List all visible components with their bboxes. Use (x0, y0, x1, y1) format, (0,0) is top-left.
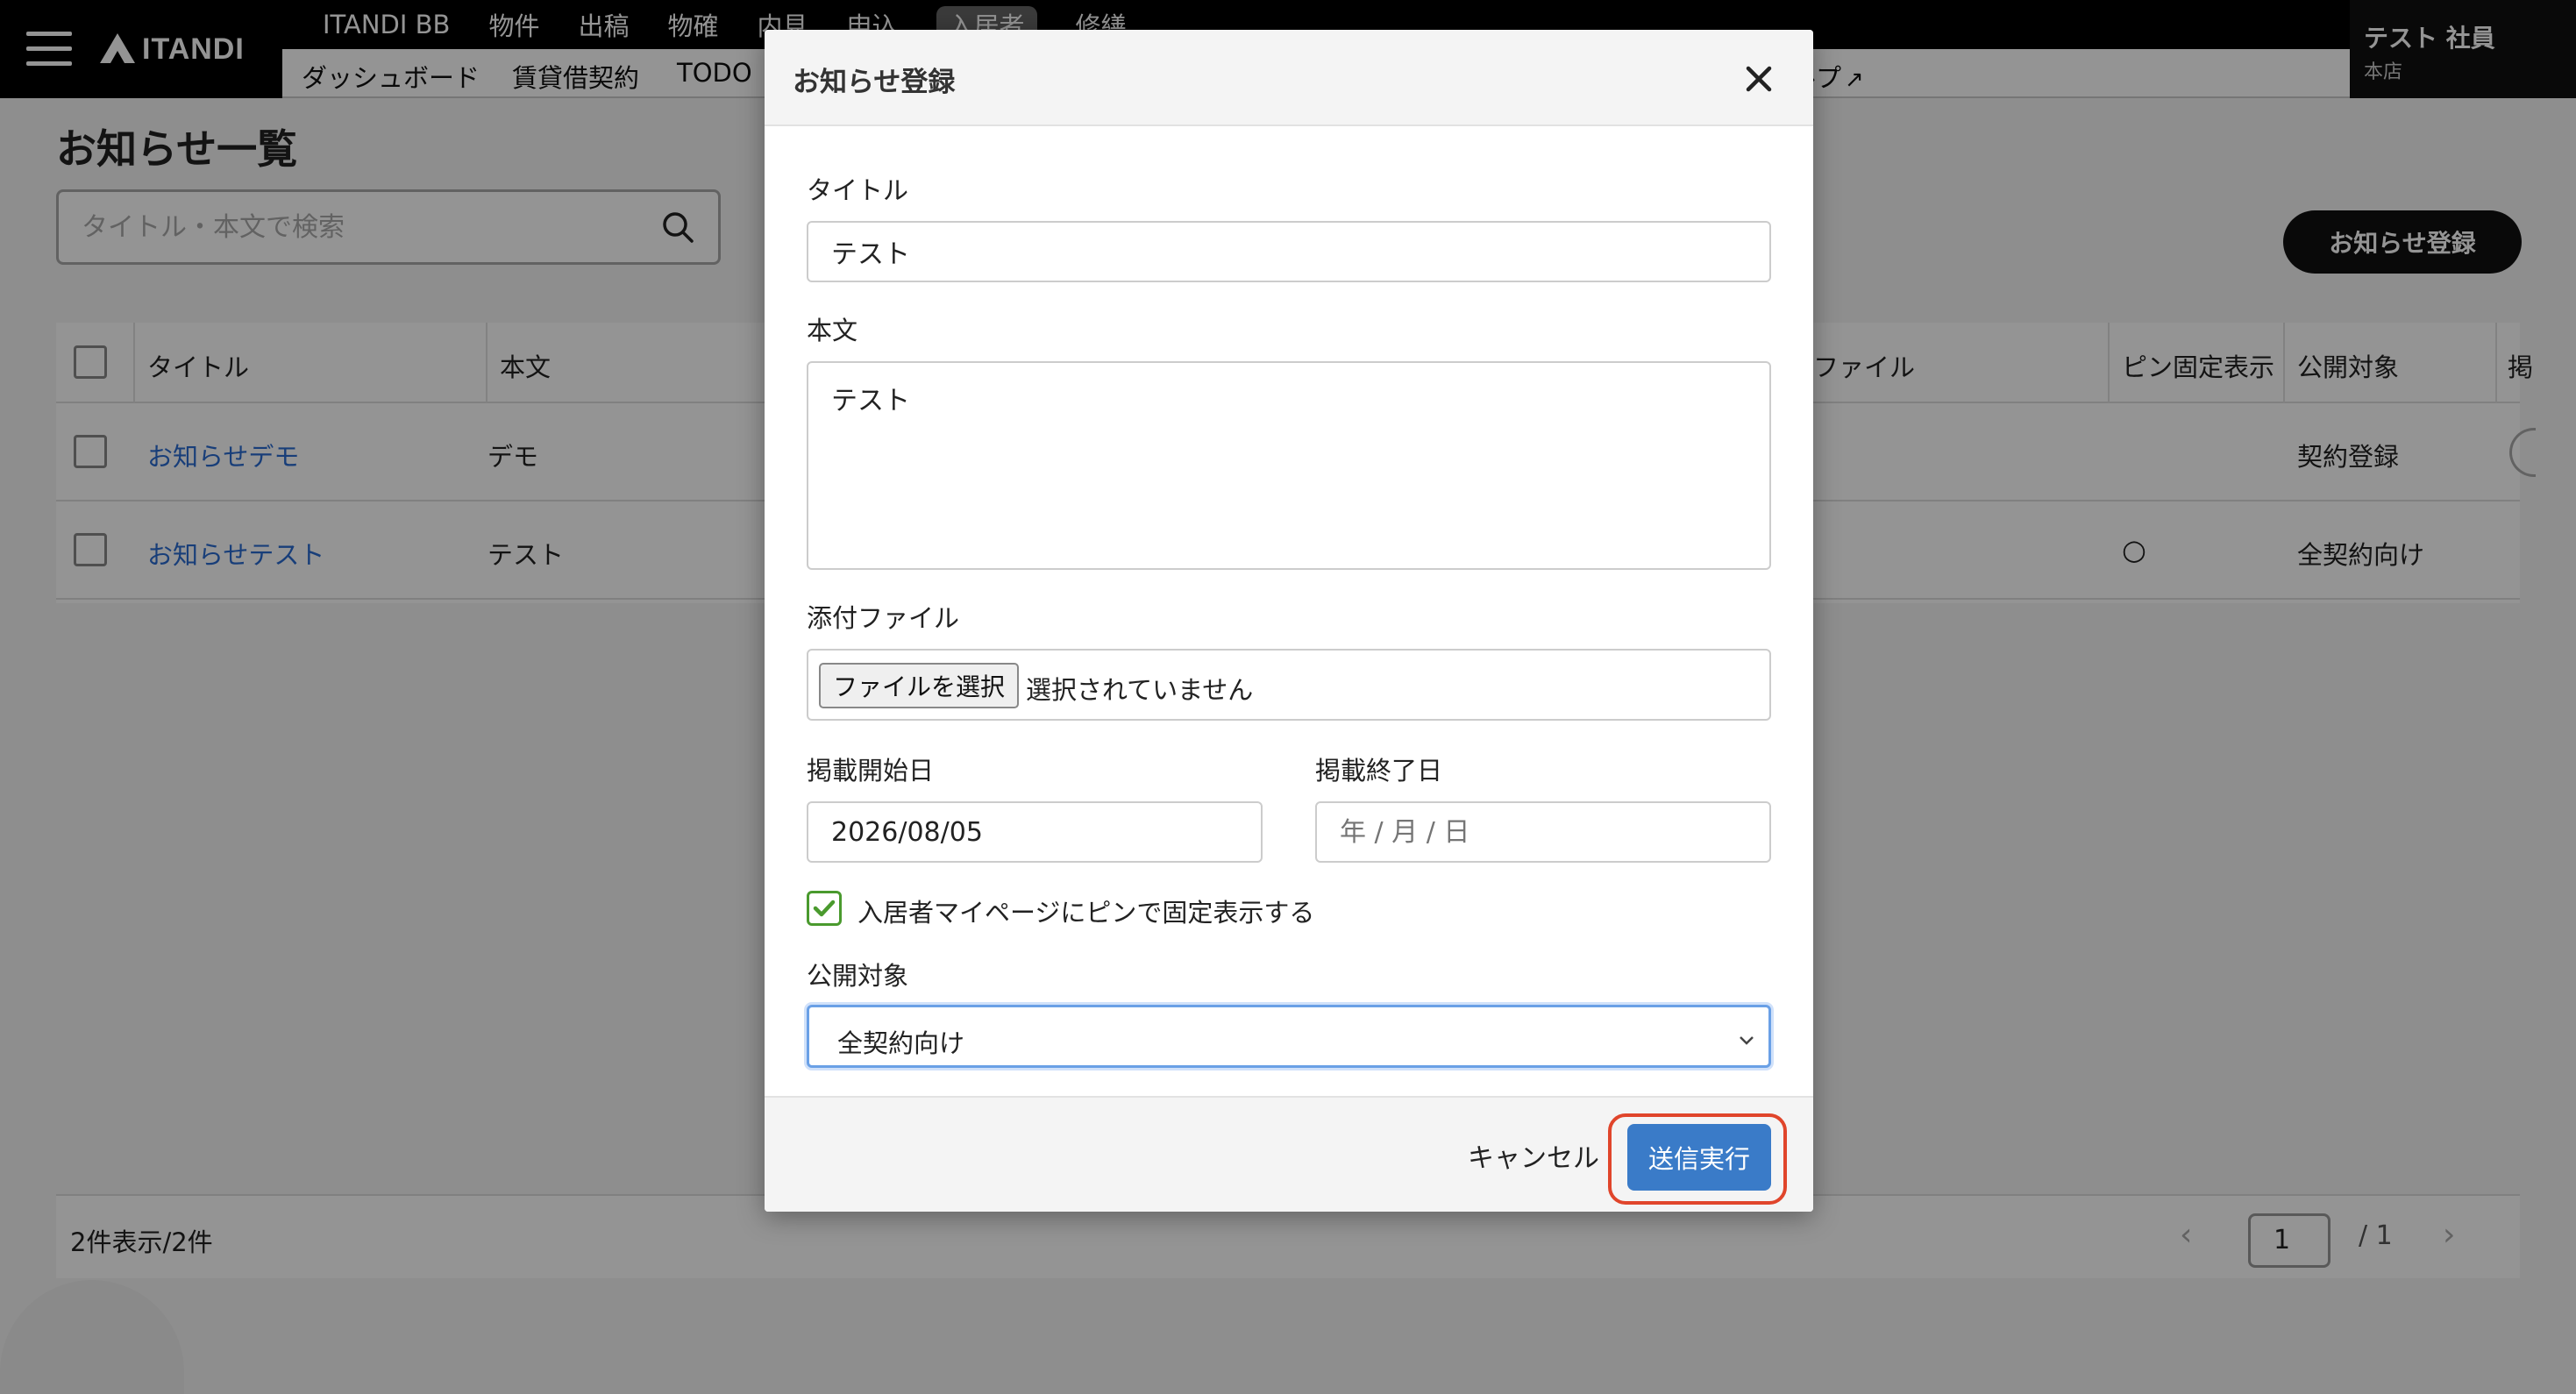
cancel-button[interactable]: キャンセル (1468, 1136, 1599, 1175)
title-input[interactable] (807, 221, 1771, 282)
pin-label[interactable]: 入居者マイページにピンで固定表示する (857, 893, 1314, 929)
chevron-down-icon (1740, 1036, 1754, 1045)
end-date-input[interactable] (1315, 801, 1771, 863)
choose-file-button[interactable]: ファイルを選択 (819, 663, 1019, 708)
start-date-label: 掲載開始日 (807, 756, 935, 786)
close-icon[interactable] (1741, 61, 1776, 96)
dialog-title: お知らせ登録 (793, 67, 956, 98)
file-status: 選択されていません (1026, 675, 1254, 705)
title-label: タイトル (807, 175, 909, 205)
end-date-label: 掲載終了日 (1315, 756, 1443, 786)
pin-checkbox[interactable] (807, 891, 842, 926)
checkmark-icon (813, 900, 836, 917)
submit-button[interactable]: 送信実行 (1627, 1124, 1771, 1191)
dialog-header: お知らせ登録 (765, 30, 1813, 126)
file-label: 添付ファイル (807, 603, 960, 633)
body-textarea[interactable]: テスト (807, 361, 1771, 570)
notice-register-dialog: お知らせ登録 タイトル 本文 テスト 添付ファイル ファイルを選択 選択されてい… (765, 30, 1813, 1212)
target-label: 公開対象 (807, 961, 909, 991)
start-date-input[interactable] (807, 801, 1263, 863)
target-selected-value: 全契約向け (837, 1028, 965, 1058)
file-input: ファイルを選択 選択されていません (807, 649, 1771, 721)
body-label: 本文 (807, 316, 858, 345)
target-select[interactable]: 全契約向け (807, 1005, 1771, 1068)
